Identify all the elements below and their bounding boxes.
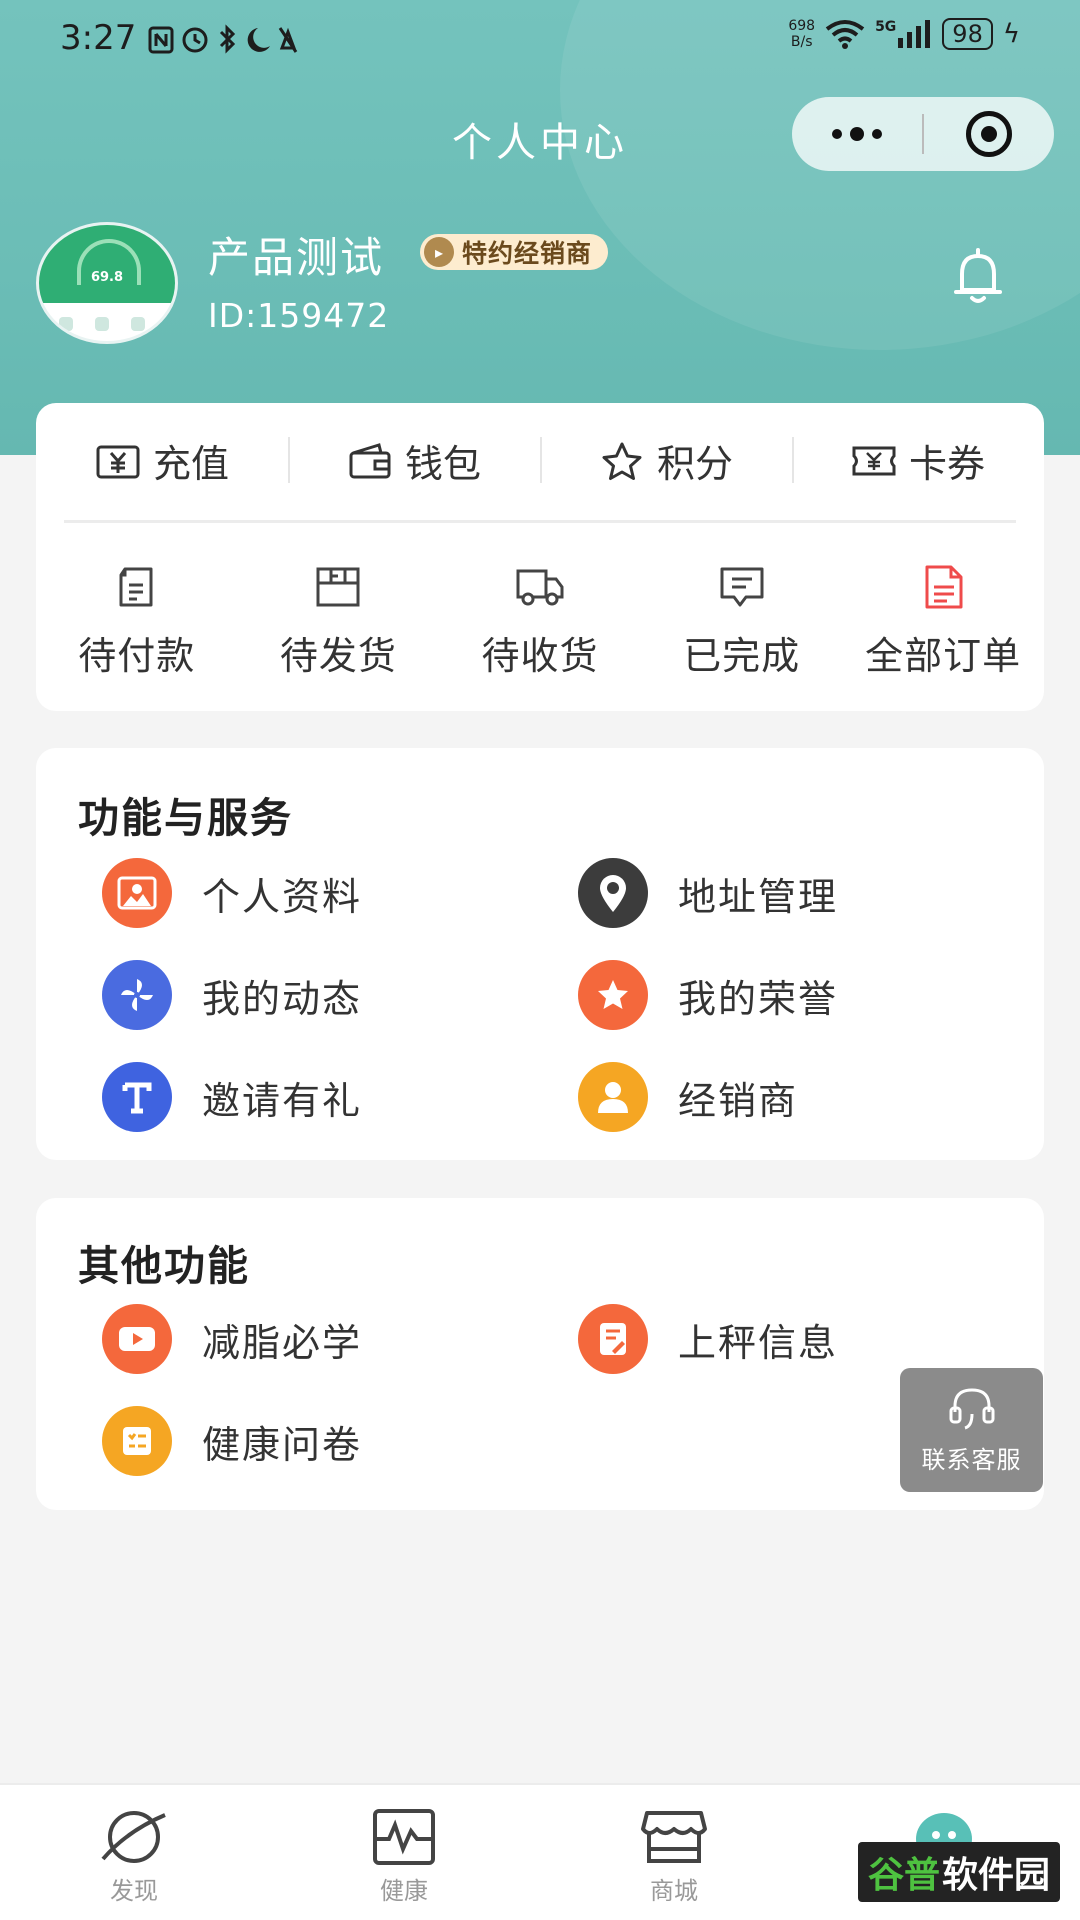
notification-icons (148, 24, 298, 54)
target-icon (966, 111, 1012, 157)
orders-row: 待付款 待发货 待收货 已完成 全部订单 (36, 563, 1044, 680)
dealer-badge: ▸ 特约经销商 (420, 234, 609, 270)
scale-info-icon (578, 1304, 648, 1374)
status-right-icons: 698 B/s 5G 98 ϟ (788, 18, 1020, 50)
contact-service-button[interactable]: 联系客服 (900, 1368, 1043, 1492)
wallet-item-points[interactable]: 积分 (540, 433, 792, 488)
charging-icon: ϟ (1002, 19, 1020, 49)
battery-indicator: 98 (942, 18, 993, 50)
order-pending-payment[interactable]: 待付款 (36, 563, 238, 680)
honor-star-icon (578, 960, 648, 1030)
wallet-icon (349, 442, 391, 478)
all-orders-icon (925, 565, 963, 609)
coupon-icon (852, 446, 896, 475)
invite-icon (102, 1062, 172, 1132)
more-button[interactable] (792, 97, 922, 171)
user-id: ID:159472 (208, 296, 390, 335)
order-pending-shipment[interactable]: 待发货 (238, 563, 440, 680)
pending-payment-icon (119, 567, 153, 607)
store-icon (641, 1811, 707, 1863)
avatar[interactable]: 69.8 (36, 222, 178, 344)
status-bar: 3:27 698 B/s 5G 98 ϟ (0, 0, 1080, 80)
location-icon (578, 858, 648, 928)
service-invite[interactable]: 邀请有礼 (102, 1062, 362, 1132)
services-card: 功能与服务 个人资料 地址管理 我的动态 我的荣誉 邀请有礼 经销商 (36, 748, 1044, 1160)
service-dealer[interactable]: 经销商 (578, 1062, 798, 1132)
service-address[interactable]: 地址管理 (578, 858, 838, 928)
close-mini-program-button[interactable] (924, 97, 1054, 171)
planet-icon (101, 1811, 166, 1863)
wallet-item-coupons[interactable]: 卡券 (792, 433, 1044, 488)
other-health-survey[interactable]: 健康问卷 (102, 1406, 362, 1476)
status-time: 3:27 (60, 18, 137, 58)
wallet-item-recharge[interactable]: 充值 (36, 433, 288, 488)
other-functions-title: 其他功能 (78, 1242, 250, 1290)
wallet-item-wallet[interactable]: 钱包 (288, 433, 540, 488)
service-personal-info[interactable]: 个人资料 (102, 858, 362, 928)
play-badge-icon: ▸ (424, 237, 454, 267)
user-name: 产品测试 (208, 233, 385, 282)
video-icon (102, 1304, 172, 1374)
order-all[interactable]: 全部订单 (842, 563, 1044, 680)
services-title: 功能与服务 (78, 794, 293, 842)
nav-store[interactable]: 商城 (604, 1805, 744, 1906)
other-fat-loss[interactable]: 减脂必学 (102, 1304, 362, 1374)
other-functions-card: 其他功能 减脂必学 上秤信息 健康问卷 (36, 1198, 1044, 1510)
card-divider (64, 520, 1016, 523)
mini-program-capsule (792, 97, 1054, 171)
order-pending-receipt[interactable]: 待收货 (439, 563, 641, 680)
net-speed: 698 B/s (788, 18, 816, 50)
profile-icon (102, 858, 172, 928)
bell-icon[interactable] (950, 246, 1006, 306)
nav-discover[interactable]: 发现 (64, 1805, 204, 1906)
pinwheel-icon (102, 960, 172, 1030)
yuan-icon (96, 445, 140, 478)
questionnaire-icon (102, 1406, 172, 1476)
wallet-orders-card: 充值 钱包 积分 卡券 待付款 待发货 待收货 已完成 全部订单 (36, 403, 1044, 711)
signal-icon: 5G (875, 20, 932, 48)
nav-health[interactable]: 健康 (334, 1805, 474, 1906)
status-notification-icons (148, 22, 298, 63)
other-scale-info[interactable]: 上秤信息 (578, 1304, 838, 1374)
completed-icon (720, 567, 764, 607)
wallet-row: 充值 钱包 积分 卡券 (36, 403, 1044, 518)
service-my-honors[interactable]: 我的荣誉 (578, 960, 838, 1030)
wifi-icon (825, 20, 865, 49)
headset-icon (949, 1387, 994, 1429)
order-completed[interactable]: 已完成 (641, 563, 843, 680)
truck-icon (516, 569, 564, 606)
watermark-logo: 谷普 软件园 (858, 1842, 1060, 1902)
pending-shipment-icon (316, 567, 360, 607)
star-icon (602, 442, 642, 480)
health-chart-icon (373, 1809, 435, 1865)
service-my-posts[interactable]: 我的动态 (102, 960, 362, 1030)
more-dots-icon (832, 127, 882, 141)
dealer-icon (578, 1062, 648, 1132)
